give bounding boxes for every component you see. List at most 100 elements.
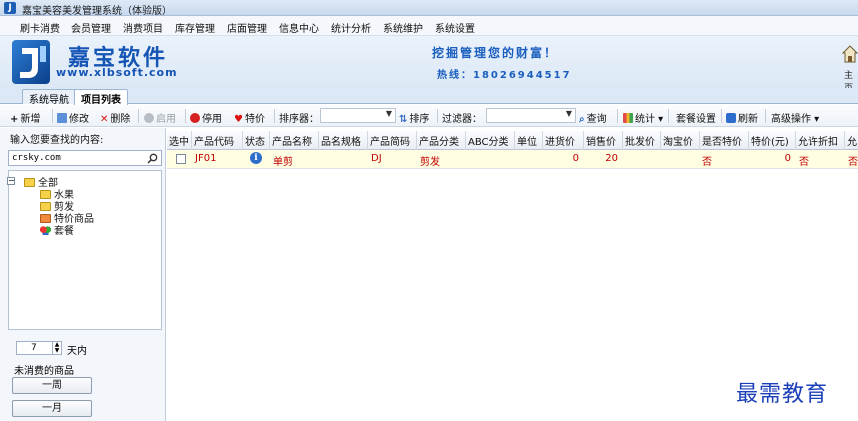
hotline: 热线：18026944517 xyxy=(437,70,572,81)
col-header-short-code[interactable]: 产品简码 xyxy=(370,133,410,149)
chevron-down-icon: ▼ xyxy=(565,109,572,118)
sort-label: 排序 xyxy=(409,114,430,125)
col-header-unit[interactable]: 单位 xyxy=(517,133,537,149)
unconsumed-label: 未消费的商品 xyxy=(14,366,74,377)
month-button[interactable]: 一月 xyxy=(12,400,92,417)
edit-button[interactable]: 修改 xyxy=(57,110,89,125)
cell-code: JF01 xyxy=(195,153,217,164)
col-header-purchase-price[interactable]: 进货价 xyxy=(545,133,575,149)
days-label: 天内 xyxy=(67,346,87,357)
col-header-name[interactable]: 产品名称 xyxy=(272,133,312,149)
brand-url: www.xlbsoft.com xyxy=(56,66,178,79)
tab-item-list[interactable]: 项目列表 xyxy=(74,89,128,106)
menu-info-center[interactable]: 信息中心 xyxy=(279,20,319,35)
search-icon: ⌕ xyxy=(579,114,585,125)
query-label: 查询 xyxy=(586,114,607,125)
disable-button[interactable]: 停用 xyxy=(190,110,222,125)
cell-purchase-price: 0 xyxy=(572,153,579,164)
col-header-wholesale-price[interactable]: 批发价 xyxy=(625,133,655,149)
menu-consume-items[interactable]: 消费项目 xyxy=(123,20,163,35)
menu-swipe-consume[interactable]: 刷卡消费 xyxy=(20,20,60,35)
menu-maintenance[interactable]: 系统维护 xyxy=(383,20,423,35)
stop-icon xyxy=(190,113,200,123)
col-header-allow-discount[interactable]: 允许折扣 xyxy=(798,133,838,149)
cell-special-price: 0 xyxy=(784,153,791,164)
home-button[interactable]: 主页 xyxy=(841,44,858,94)
info-icon: i xyxy=(250,152,262,164)
edit-icon xyxy=(57,113,67,123)
filter-label: 过滤器： xyxy=(442,114,482,125)
col-header-taobao-price[interactable]: 淘宝价 xyxy=(663,133,693,149)
menu-bar: 刷卡消费 会员管理 消费项目 库存管理 店面管理 信息中心 统计分析 系统维护 … xyxy=(0,16,858,36)
search-label: 输入您要查找的内容: xyxy=(10,135,104,146)
sort-button[interactable]: ⇅ 排序 xyxy=(399,110,429,125)
package-setting-button[interactable]: 套餐设置 xyxy=(676,110,716,125)
row-select-checkbox[interactable] xyxy=(176,154,186,164)
cell-allow-discount: 否 xyxy=(799,157,809,168)
new-label: 新增 xyxy=(20,114,41,125)
col-header-sale-price[interactable]: 销售价 xyxy=(586,133,616,149)
menu-statistics[interactable]: 统计分析 xyxy=(331,20,371,35)
search-input[interactable] xyxy=(12,152,140,164)
menu-member[interactable]: 会员管理 xyxy=(71,20,111,35)
col-header-category[interactable]: 产品分类 xyxy=(419,133,459,149)
sorter-combo[interactable]: ▼ xyxy=(320,108,396,123)
col-header-code[interactable]: 产品代码 xyxy=(194,133,234,149)
delete-label: 删除 xyxy=(110,114,131,125)
col-header-is-special[interactable]: 是否特价 xyxy=(702,133,742,149)
refresh-icon xyxy=(726,113,736,123)
col-header-special-price[interactable]: 特价(元) xyxy=(751,133,789,149)
col-header-status[interactable]: 状态 xyxy=(245,133,265,149)
special-button[interactable]: ♥ 特价 xyxy=(234,110,265,125)
stats-label: 统计 xyxy=(635,114,655,125)
cell-sale-price: 20 xyxy=(605,153,618,164)
plus-icon: + xyxy=(10,114,19,125)
cell-short-code: DJ xyxy=(371,153,382,164)
tab-system-nav[interactable]: 系统导航 xyxy=(22,89,76,106)
enable-icon xyxy=(144,113,154,123)
chevron-down-icon: ▼ xyxy=(385,109,392,118)
refresh-button[interactable]: 刷新 xyxy=(726,110,758,125)
new-button[interactable]: + 新增 xyxy=(10,110,40,125)
edit-label: 修改 xyxy=(69,114,89,125)
week-button[interactable]: 一周 xyxy=(12,377,92,394)
home-icon xyxy=(841,45,858,63)
spinner-arrows-icon[interactable]: ▲ ▼ xyxy=(52,342,61,354)
menu-settings[interactable]: 系统设置 xyxy=(435,20,475,35)
category-tree xyxy=(8,170,162,330)
tree-collapse-icon[interactable]: − xyxy=(7,177,15,185)
delete-button[interactable]: ✕ 删除 xyxy=(100,110,130,125)
search-icon[interactable] xyxy=(147,153,158,164)
tab-bar: 系统导航 项目列表 xyxy=(0,88,858,106)
cell-category: 剪发 xyxy=(420,157,440,168)
delete-icon: ✕ xyxy=(100,114,109,125)
enable-button[interactable]: 启用 xyxy=(144,110,176,125)
sort-icon: ⇅ xyxy=(399,114,408,125)
heart-icon: ♥ xyxy=(234,114,243,125)
menu-inventory[interactable]: 库存管理 xyxy=(175,20,215,35)
advanced-label: 高级操作 xyxy=(771,114,811,125)
menu-store[interactable]: 店面管理 xyxy=(227,20,267,35)
days-spinner[interactable]: 7 ▲ ▼ xyxy=(16,341,62,355)
col-header-selected[interactable]: 选中 xyxy=(169,133,189,149)
cell-is-special: 否 xyxy=(702,157,712,168)
refresh-label: 刷新 xyxy=(738,114,758,125)
tree-node-label: 套餐 xyxy=(54,226,74,237)
tree-node-package[interactable]: 套餐 xyxy=(40,222,74,237)
logo xyxy=(12,40,50,84)
disable-label: 停用 xyxy=(202,114,222,125)
special-label: 特价 xyxy=(244,114,265,125)
advanced-button[interactable]: 高级操作 ▾ xyxy=(771,110,819,125)
stats-button[interactable]: 统计 ▾ xyxy=(623,110,663,125)
col-header-spec[interactable]: 品名规格 xyxy=(321,133,361,149)
cell-extra: 否 xyxy=(848,157,858,168)
col-header-extra[interactable]: 允 xyxy=(847,133,857,149)
cell-name: 单剪 xyxy=(273,157,293,168)
toolbar: + 新增 修改 ✕ 删除 启用 停用 ♥ 特价 排序器： ▼ ⇅ 排序 过滤器： ▼ ⌕… xyxy=(0,105,858,127)
query-button[interactable]: ⌕ 查询 xyxy=(579,110,607,125)
window-title: 嘉宝美容美发管理系统（体验版） xyxy=(22,6,172,17)
watermark: 最需教育 xyxy=(736,382,829,407)
sorter-label: 排序器： xyxy=(279,114,319,125)
filter-combo[interactable]: ▼ xyxy=(486,108,576,123)
col-header-abc[interactable]: ABC分类 xyxy=(468,133,509,149)
